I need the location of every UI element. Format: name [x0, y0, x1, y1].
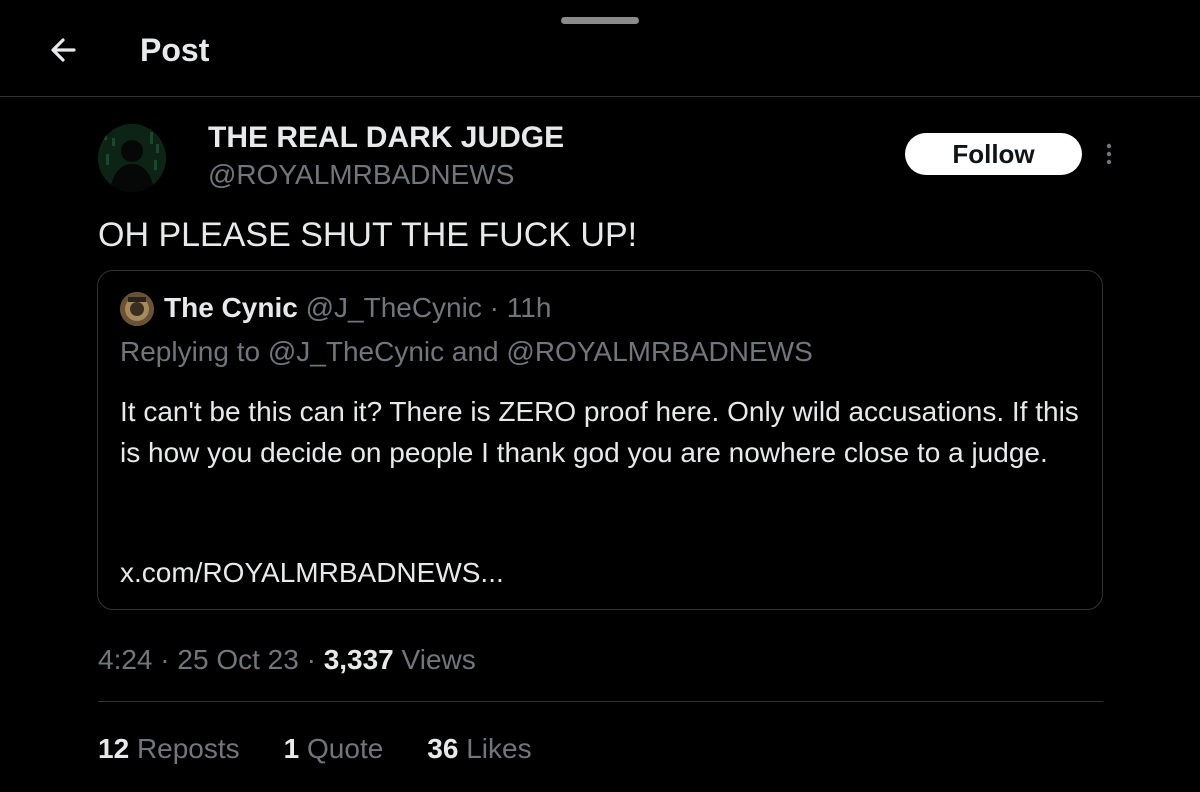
quote-link[interactable]: x.com/ROYALMRBADNEWS...: [120, 554, 504, 592]
likes-stat[interactable]: 36 Likes: [427, 729, 531, 769]
quote-author-avatar[interactable]: [120, 292, 154, 326]
author-handle[interactable]: @ROYALMRBADNEWS: [208, 157, 514, 193]
reposts-label: Reposts: [136, 733, 240, 764]
author-name[interactable]: THE REAL DARK JUDGE: [208, 120, 564, 156]
arrow-left-icon: [51, 38, 76, 62]
reposts-stat[interactable]: 12 Reposts: [98, 729, 240, 769]
quotes-stat[interactable]: 1 Quote: [284, 729, 384, 769]
likes-label: Likes: [466, 733, 532, 764]
follow-button[interactable]: Follow: [905, 133, 1082, 175]
views-label: Views: [401, 644, 476, 675]
post-timestamp-row: 4:24 · 25 Oct 23 · 3,337 Views: [98, 644, 476, 675]
divider: [98, 701, 1103, 702]
quoted-post-card[interactable]: The Cynic @J_TheCynic · 11h Replying to …: [97, 270, 1103, 610]
back-button[interactable]: [44, 30, 84, 70]
views-count: 3,337: [323, 644, 394, 675]
post-text: OH PLEASE SHUT THE FUCK UP!: [98, 216, 638, 254]
engagement-stats: 12 Reposts 1 Quote 36 Likes: [98, 729, 576, 769]
more-vertical-icon: [1106, 143, 1112, 165]
likes-count: 36: [427, 733, 459, 764]
more-options-button[interactable]: [1100, 138, 1118, 174]
quote-header: The Cynic @J_TheCynic · 11h: [164, 292, 552, 323]
page-title: Post: [140, 32, 210, 68]
quote-author-name[interactable]: The Cynic: [164, 292, 298, 323]
quote-age: 11h: [506, 292, 552, 323]
author-avatar[interactable]: [98, 124, 166, 192]
quotes-label: Quote: [307, 733, 384, 764]
quotes-count: 1: [283, 733, 300, 764]
post-time[interactable]: 4:24: [98, 644, 153, 675]
top-bar: Post: [0, 0, 1200, 97]
post-date[interactable]: 25 Oct 23: [177, 644, 298, 675]
quote-body-text: It can't be this can it? There is ZERO p…: [120, 396, 1079, 468]
quote-replying-to: Replying to @J_TheCynic and @ROYALMRBADN…: [120, 336, 813, 367]
reposts-count: 12: [98, 733, 130, 764]
quote-author-handle[interactable]: @J_TheCynic: [306, 292, 482, 323]
